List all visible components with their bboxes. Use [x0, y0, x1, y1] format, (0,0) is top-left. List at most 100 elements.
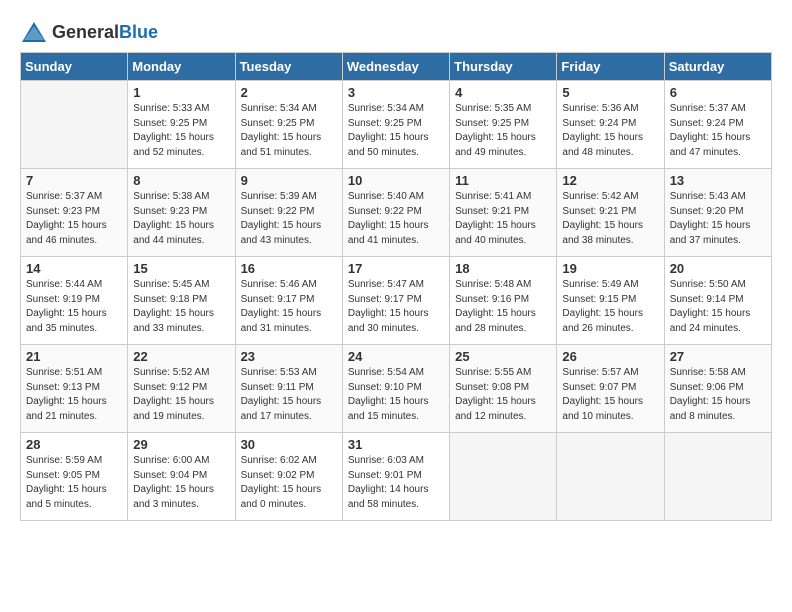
- week-row-5: 28 Sunrise: 5:59 AM Sunset: 9:05 PM Dayli…: [21, 433, 772, 521]
- day-number: 3: [348, 85, 444, 100]
- col-header-friday: Friday: [557, 53, 664, 81]
- calendar-cell: 7Sunrise: 5:37 AM Sunset: 9:23 PM Daylig…: [21, 169, 128, 257]
- logo: GeneralBlue: [20, 20, 158, 44]
- col-header-wednesday: Wednesday: [342, 53, 449, 81]
- week-row-4: 21Sunrise: 5:51 AM Sunset: 9:13 PM Dayli…: [21, 345, 772, 433]
- day-number: 13: [670, 173, 766, 188]
- day-number: 28: [26, 437, 122, 452]
- calendar-cell: 24 Sunrise: 5:54 AM Sunset: 9:10 PM Dayli…: [342, 345, 449, 433]
- calendar-cell: 16 Sunrise: 5:46 AM Sunset: 9:17 PM Dayli…: [235, 257, 342, 345]
- calendar-cell: [450, 433, 557, 521]
- day-info: Sunrise: 5:43 AM Sunset: 9:20 PM Dayligh…: [670, 190, 766, 248]
- day-info: Sunrise: 5:55 AM Sunset: 9:08 PM Dayligh…: [455, 366, 551, 424]
- day-number: 25: [455, 349, 551, 364]
- calendar-body: 1 Sunrise: 5:33 AM Sunset: 9:25 PM Daylig…: [21, 81, 772, 521]
- calendar-cell: 14 Sunrise: 5:44 AM Sunset: 9:19 PM Dayli…: [21, 257, 128, 345]
- day-info: Sunrise: 5:48 AM Sunset: 9:16 PM Dayligh…: [455, 278, 551, 336]
- day-info: Sunrise: 5:49 AM Sunset: 9:15 PM Dayligh…: [562, 278, 658, 336]
- calendar-header-row: SundayMondayTuesdayWednesdayThursdayFrid…: [21, 53, 772, 81]
- day-number: 19: [562, 261, 658, 276]
- day-info: Sunrise: 6:00 AM Sunset: 9:04 PM Dayligh…: [133, 454, 229, 512]
- day-number: 12: [562, 173, 658, 188]
- calendar-cell: 18Sunrise: 5:48 AM Sunset: 9:16 PM Dayli…: [450, 257, 557, 345]
- day-info: Sunrise: 5:35 AM Sunset: 9:25 PM Dayligh…: [455, 102, 551, 160]
- day-number: 20: [670, 261, 766, 276]
- calendar-cell: 22 Sunrise: 5:52 AM Sunset: 9:12 PM Dayli…: [128, 345, 235, 433]
- day-info: Sunrise: 5:37 AM Sunset: 9:24 PM Dayligh…: [670, 102, 766, 160]
- day-info: Sunrise: 5:41 AM Sunset: 9:21 PM Dayligh…: [455, 190, 551, 248]
- page-header: GeneralBlue: [20, 20, 772, 44]
- calendar-cell: 12 Sunrise: 5:42 AM Sunset: 9:21 PM Dayli…: [557, 169, 664, 257]
- day-info: Sunrise: 5:54 AM Sunset: 9:10 PM Dayligh…: [348, 366, 444, 424]
- calendar-cell: 4 Sunrise: 5:35 AM Sunset: 9:25 PM Daylig…: [450, 81, 557, 169]
- day-info: Sunrise: 5:52 AM Sunset: 9:12 PM Dayligh…: [133, 366, 229, 424]
- day-info: Sunrise: 5:34 AM Sunset: 9:25 PM Dayligh…: [348, 102, 444, 160]
- calendar-cell: 10 Sunrise: 5:40 AM Sunset: 9:22 PM Dayli…: [342, 169, 449, 257]
- calendar-cell: [664, 433, 771, 521]
- day-info: Sunrise: 5:53 AM Sunset: 9:11 PM Dayligh…: [241, 366, 337, 424]
- logo-blue-text: Blue: [119, 22, 158, 43]
- calendar-cell: 1 Sunrise: 5:33 AM Sunset: 9:25 PM Daylig…: [128, 81, 235, 169]
- day-number: 15: [133, 261, 229, 276]
- calendar-cell: 2 Sunrise: 5:34 AM Sunset: 9:25 PM Daylig…: [235, 81, 342, 169]
- col-header-sunday: Sunday: [21, 53, 128, 81]
- calendar-cell: 23Sunrise: 5:53 AM Sunset: 9:11 PM Dayli…: [235, 345, 342, 433]
- calendar-cell: 19 Sunrise: 5:49 AM Sunset: 9:15 PM Dayli…: [557, 257, 664, 345]
- day-number: 22: [133, 349, 229, 364]
- day-number: 9: [241, 173, 337, 188]
- day-number: 14: [26, 261, 122, 276]
- calendar-cell: 28 Sunrise: 5:59 AM Sunset: 9:05 PM Dayli…: [21, 433, 128, 521]
- logo-icon: [20, 20, 48, 44]
- day-info: Sunrise: 5:33 AM Sunset: 9:25 PM Dayligh…: [133, 102, 229, 160]
- calendar-cell: 13 Sunrise: 5:43 AM Sunset: 9:20 PM Dayli…: [664, 169, 771, 257]
- calendar-cell: 15 Sunrise: 5:45 AM Sunset: 9:18 PM Dayli…: [128, 257, 235, 345]
- day-info: Sunrise: 5:47 AM Sunset: 9:17 PM Dayligh…: [348, 278, 444, 336]
- calendar-cell: [557, 433, 664, 521]
- day-info: Sunrise: 5:59 AM Sunset: 9:05 PM Dayligh…: [26, 454, 122, 512]
- day-info: Sunrise: 5:45 AM Sunset: 9:18 PM Dayligh…: [133, 278, 229, 336]
- calendar-cell: 6Sunrise: 5:37 AM Sunset: 9:24 PM Daylig…: [664, 81, 771, 169]
- day-number: 16: [241, 261, 337, 276]
- day-info: Sunrise: 5:51 AM Sunset: 9:13 PM Dayligh…: [26, 366, 122, 424]
- day-number: 27: [670, 349, 766, 364]
- logo-general-text: General: [52, 22, 119, 43]
- calendar-cell: 26 Sunrise: 5:57 AM Sunset: 9:07 PM Dayli…: [557, 345, 664, 433]
- calendar-cell: 9 Sunrise: 5:39 AM Sunset: 9:22 PM Daylig…: [235, 169, 342, 257]
- calendar-cell: 11 Sunrise: 5:41 AM Sunset: 9:21 PM Dayli…: [450, 169, 557, 257]
- day-number: 11: [455, 173, 551, 188]
- calendar-cell: 8Sunrise: 5:38 AM Sunset: 9:23 PM Daylig…: [128, 169, 235, 257]
- col-header-thursday: Thursday: [450, 53, 557, 81]
- day-number: 1: [133, 85, 229, 100]
- day-info: Sunrise: 5:57 AM Sunset: 9:07 PM Dayligh…: [562, 366, 658, 424]
- day-info: Sunrise: 5:58 AM Sunset: 9:06 PM Dayligh…: [670, 366, 766, 424]
- day-number: 10: [348, 173, 444, 188]
- day-info: Sunrise: 5:46 AM Sunset: 9:17 PM Dayligh…: [241, 278, 337, 336]
- col-header-saturday: Saturday: [664, 53, 771, 81]
- day-info: Sunrise: 5:39 AM Sunset: 9:22 PM Dayligh…: [241, 190, 337, 248]
- calendar-cell: 30 Sunrise: 6:02 AM Sunset: 9:02 PM Dayli…: [235, 433, 342, 521]
- day-number: 4: [455, 85, 551, 100]
- calendar-cell: [21, 81, 128, 169]
- calendar-cell: 29 Sunrise: 6:00 AM Sunset: 9:04 PM Dayli…: [128, 433, 235, 521]
- day-info: Sunrise: 5:34 AM Sunset: 9:25 PM Dayligh…: [241, 102, 337, 160]
- day-info: Sunrise: 5:42 AM Sunset: 9:21 PM Dayligh…: [562, 190, 658, 248]
- calendar-cell: 20Sunrise: 5:50 AM Sunset: 9:14 PM Dayli…: [664, 257, 771, 345]
- day-info: Sunrise: 5:40 AM Sunset: 9:22 PM Dayligh…: [348, 190, 444, 248]
- col-header-tuesday: Tuesday: [235, 53, 342, 81]
- col-header-monday: Monday: [128, 53, 235, 81]
- day-number: 29: [133, 437, 229, 452]
- calendar-cell: 27 Sunrise: 5:58 AM Sunset: 9:06 PM Dayli…: [664, 345, 771, 433]
- day-number: 30: [241, 437, 337, 452]
- day-info: Sunrise: 5:36 AM Sunset: 9:24 PM Dayligh…: [562, 102, 658, 160]
- day-number: 26: [562, 349, 658, 364]
- day-number: 17: [348, 261, 444, 276]
- calendar-cell: 25 Sunrise: 5:55 AM Sunset: 9:08 PM Dayli…: [450, 345, 557, 433]
- calendar-cell: 5 Sunrise: 5:36 AM Sunset: 9:24 PM Daylig…: [557, 81, 664, 169]
- day-info: Sunrise: 6:02 AM Sunset: 9:02 PM Dayligh…: [241, 454, 337, 512]
- day-number: 2: [241, 85, 337, 100]
- day-number: 5: [562, 85, 658, 100]
- day-number: 24: [348, 349, 444, 364]
- day-info: Sunrise: 5:44 AM Sunset: 9:19 PM Dayligh…: [26, 278, 122, 336]
- calendar-cell: 17 Sunrise: 5:47 AM Sunset: 9:17 PM Dayli…: [342, 257, 449, 345]
- week-row-3: 14 Sunrise: 5:44 AM Sunset: 9:19 PM Dayli…: [21, 257, 772, 345]
